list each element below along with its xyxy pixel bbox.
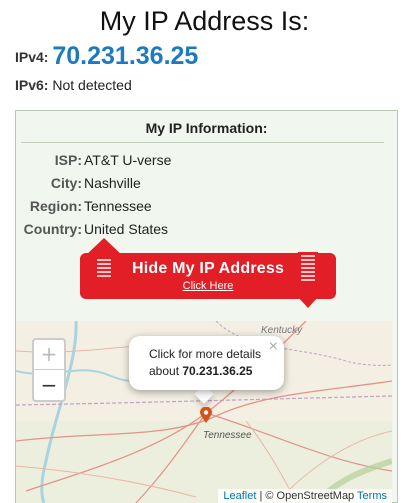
divider <box>21 142 384 143</box>
location-popup[interactable]: Click for more details about 70.231.36.2… <box>129 336 284 390</box>
ipv4-value: 70.231.36.25 <box>52 42 199 70</box>
location-map[interactable]: + − Kentucky Click for more details abou… <box>16 321 392 503</box>
arrow-up-icon <box>85 238 123 282</box>
ipv6-label: IPv6: <box>15 77 49 93</box>
zoom-in-button[interactable]: + <box>34 340 64 370</box>
location-marker-icon[interactable] <box>200 407 212 423</box>
info-row-isp: ISP: AT&T U-verse <box>16 152 399 170</box>
osm-attribution: | © OpenStreetMap <box>256 490 358 502</box>
popup-about: about <box>149 364 180 378</box>
info-value: Tennessee <box>84 198 152 214</box>
zoom-out-button[interactable]: − <box>34 370 64 400</box>
ipv4-row: IPv4: 70.231.36.25 <box>15 42 198 71</box>
info-heading: My IP Information: <box>145 120 268 136</box>
info-value: United States <box>84 221 169 237</box>
ipv6-row: IPv6: Not detected <box>15 77 132 93</box>
info-row-city: City: Nashville <box>16 175 399 193</box>
tennessee-label: Tennessee <box>203 430 252 441</box>
terms-link[interactable]: Terms <box>357 490 387 502</box>
popup-text: Click for more details about 70.231.36.2… <box>149 346 261 380</box>
info-key: ISP: <box>54 152 82 168</box>
info-key: City: <box>50 175 82 191</box>
popup-ip: 70.231.36.25 <box>182 364 253 378</box>
zoom-control: + − <box>32 338 66 402</box>
popup-line1: Click for more details <box>149 347 262 361</box>
info-key: Region: <box>29 198 82 214</box>
info-key: Country: <box>23 221 82 237</box>
info-value: AT&T U-verse <box>84 152 172 168</box>
info-row-country: Country: United States <box>16 221 399 239</box>
ipv4-label: IPv4: <box>15 49 49 65</box>
info-row-region: Region: Tennessee <box>16 198 399 216</box>
page-title: My IP Address Is: <box>99 6 310 36</box>
leaflet-link[interactable]: Leaflet <box>223 490 256 502</box>
ipv6-value: Not detected <box>52 77 132 93</box>
map-attribution: Leaflet | © OpenStreetMap Terms <box>218 489 392 503</box>
popup-close-button[interactable]: × <box>269 338 278 356</box>
arrow-down-icon <box>288 252 328 308</box>
info-value: Nashville <box>84 175 141 191</box>
kentucky-label: Kentucky <box>261 325 303 336</box>
